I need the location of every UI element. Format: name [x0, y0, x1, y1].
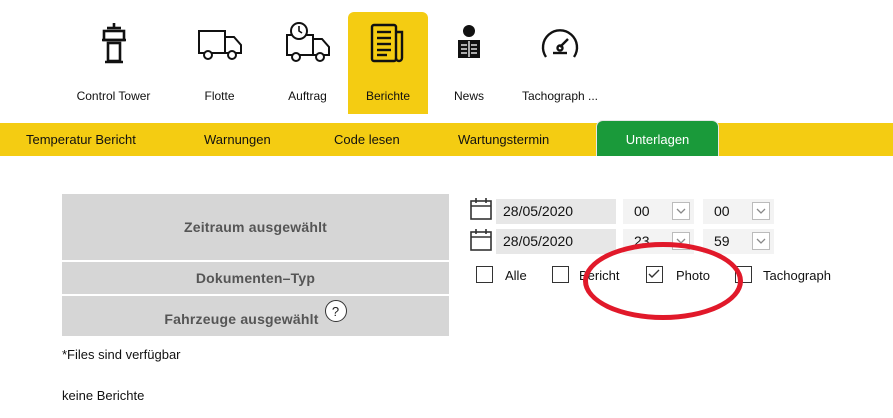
report-checkbox[interactable]: [552, 266, 569, 283]
nav-label: Berichte: [365, 89, 411, 103]
vehicles-selected-label: Fahrzeuge ausgewählt: [164, 311, 319, 327]
to-minute-select[interactable]: 59: [703, 229, 774, 254]
nav-label: Auftrag: [288, 89, 327, 103]
report-label: Bericht: [579, 268, 620, 283]
nav-control-tower[interactable]: Control Tower: [55, 12, 172, 112]
tab-warnings[interactable]: Warnungen: [204, 123, 271, 156]
to-date-field[interactable]: 28/05/2020: [496, 229, 616, 254]
checkmark-icon: [648, 269, 660, 278]
photo-label: Photo: [676, 268, 710, 283]
nav-label: Flotte: [204, 89, 235, 103]
from-minute-value: 00: [714, 203, 730, 219]
to-hour-value: 23: [634, 233, 650, 249]
truck-clock-icon: [282, 20, 334, 66]
all-checkbox[interactable]: [476, 266, 493, 283]
sub-navigation: Temperatur Bericht Warnungen Code lesen …: [0, 120, 893, 156]
nav-label: Control Tower: [76, 89, 151, 103]
all-label: Alle: [505, 268, 527, 283]
period-selected-button[interactable]: Zeitraum ausgewählt: [62, 194, 449, 260]
nav-news[interactable]: News: [428, 12, 510, 112]
tab-maintenance[interactable]: Wartungstermin: [458, 123, 549, 156]
to-hour-select[interactable]: 23: [623, 229, 694, 254]
report-icon: [362, 20, 414, 66]
calendar-icon[interactable]: [469, 228, 493, 252]
nav-label: Tachograph ...: [521, 89, 599, 103]
no-reports-message: keine Berichte: [62, 388, 145, 403]
tachograph-checkbox[interactable]: [735, 266, 752, 283]
nav-order[interactable]: Auftrag: [267, 12, 348, 112]
chevron-down-icon[interactable]: [752, 202, 770, 220]
photo-checkbox[interactable]: [646, 266, 663, 283]
truck-icon: [194, 20, 246, 66]
chevron-down-icon[interactable]: [672, 232, 690, 250]
nav-reports[interactable]: Berichte: [348, 12, 428, 114]
nav-fleet[interactable]: Flotte: [172, 12, 267, 112]
news-reader-icon: [443, 20, 495, 66]
document-type-label: Dokumenten–Typ: [195, 270, 316, 286]
help-icon[interactable]: ?: [324, 300, 347, 322]
period-selected-label: Zeitraum ausgewählt: [183, 219, 328, 235]
to-minute-value: 59: [714, 233, 730, 249]
top-navigation: Control Tower Flotte Auftrag Berichte Ne…: [55, 12, 610, 114]
control-tower-icon: [88, 20, 140, 66]
tab-temperature-report[interactable]: Temperatur Bericht: [26, 123, 136, 156]
from-minute-select[interactable]: 00: [703, 199, 774, 224]
tachograph-label: Tachograph: [763, 268, 831, 283]
document-type-button[interactable]: Dokumenten–Typ: [62, 262, 449, 294]
chevron-down-icon[interactable]: [672, 202, 690, 220]
nav-label: News: [453, 89, 484, 103]
from-hour-value: 00: [634, 203, 650, 219]
nav-tachograph[interactable]: Tachograph ...: [510, 12, 610, 112]
speedometer-icon: [534, 20, 586, 66]
files-available-note: *Files sind verfügbar: [62, 347, 181, 362]
vehicles-selected-button[interactable]: Fahrzeuge ausgewählt ?: [62, 296, 449, 336]
tab-read-code[interactable]: Code lesen: [334, 123, 400, 156]
chevron-down-icon[interactable]: [752, 232, 770, 250]
from-date-field[interactable]: 28/05/2020: [496, 199, 616, 224]
from-hour-select[interactable]: 00: [623, 199, 694, 224]
tab-documents[interactable]: Unterlagen: [596, 120, 719, 156]
calendar-icon[interactable]: [469, 197, 493, 221]
